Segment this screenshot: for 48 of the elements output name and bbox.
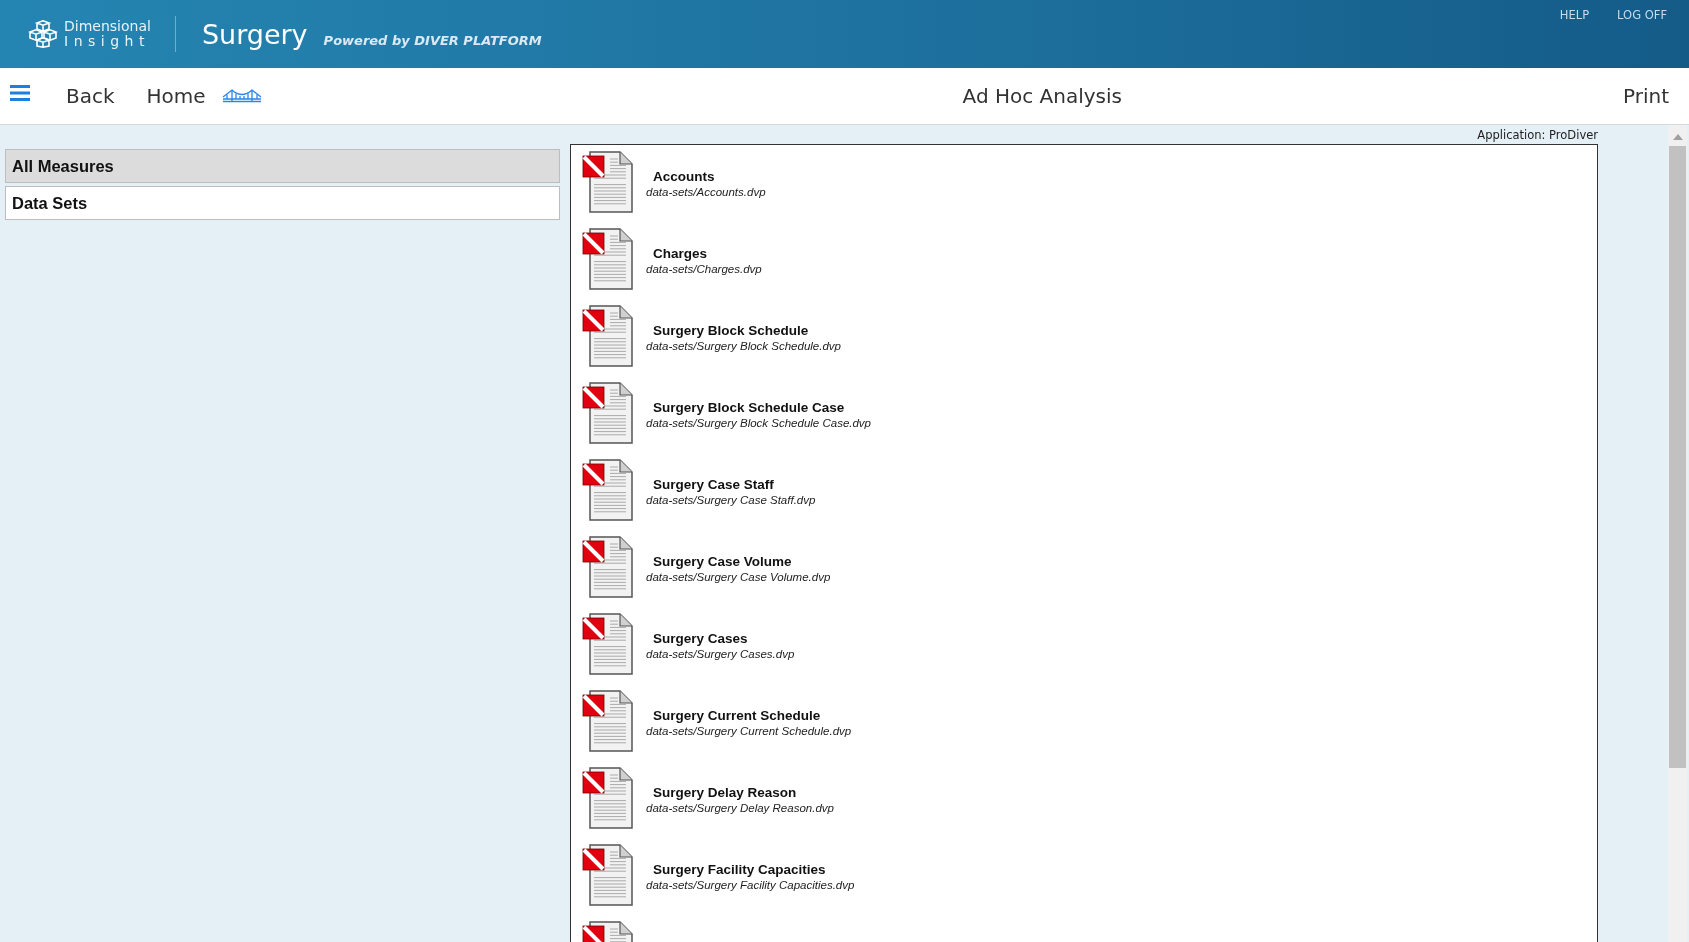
data-set-path: data-sets/Charges.dvp <box>646 263 762 275</box>
data-set-name[interactable]: Accounts <box>653 169 766 184</box>
bridge-icon[interactable] <box>221 88 262 104</box>
sidebar-item[interactable]: Data Sets <box>5 186 560 220</box>
menu-icon[interactable] <box>10 85 30 101</box>
page-title: Ad Hoc Analysis <box>962 84 1122 108</box>
document-icon[interactable] <box>582 382 634 445</box>
document-icon[interactable] <box>582 844 634 907</box>
header-link[interactable]: HELP <box>1559 8 1590 22</box>
document-icon[interactable] <box>582 228 634 291</box>
data-set-path: data-sets/Surgery Facility Capacities.dvp <box>646 879 855 891</box>
app-title: Surgery <box>201 18 308 50</box>
data-set-path: data-sets/Surgery Block Schedule Case.dvp <box>646 417 871 429</box>
data-set-name[interactable]: Surgery Current Schedule <box>653 708 852 723</box>
home-link[interactable]: Home <box>146 84 206 108</box>
data-set-name[interactable]: Surgery Case Volume <box>653 554 831 569</box>
logo-text: Dimensional <box>64 19 151 34</box>
data-set-name[interactable]: Surgery Delay Reason <box>653 785 834 800</box>
data-set-path: data-sets/Surgery Case Volume.dvp <box>646 571 831 583</box>
data-set-name[interactable]: Surgery Cases <box>653 631 795 646</box>
application-label: Application: ProDiver <box>1477 128 1598 142</box>
data-set-path: data-sets/Accounts.dvp <box>646 186 766 198</box>
back-link[interactable]: Back <box>66 84 115 108</box>
logo-text: Insight <box>64 34 151 49</box>
cubes-logo-icon <box>28 20 58 48</box>
document-icon[interactable] <box>582 690 634 753</box>
data-set-name[interactable]: Charges <box>653 246 762 261</box>
data-set-path: data-sets/Surgery Delay Reason.dvp <box>646 802 834 814</box>
data-set-name[interactable]: Surgery Facility Capacities <box>653 862 855 877</box>
print-link[interactable]: Print <box>1623 84 1669 108</box>
data-set-path: data-sets/Surgery Block Schedule.dvp <box>646 340 841 352</box>
document-icon[interactable] <box>582 151 634 214</box>
scrollbar[interactable] <box>1668 125 1687 942</box>
scroll-thumb[interactable] <box>1669 146 1686 768</box>
data-set-name[interactable]: Surgery Block Schedule Case <box>653 400 871 415</box>
document-icon[interactable] <box>582 767 634 830</box>
sidebar-item[interactable]: All Measures <box>5 149 560 183</box>
data-set-name[interactable]: Surgery Case Staff <box>653 477 816 492</box>
data-set-name[interactable]: Surgery Block Schedule <box>653 323 841 338</box>
header-link[interactable]: LOG OFF <box>1617 8 1667 22</box>
document-icon[interactable] <box>582 305 634 368</box>
document-icon[interactable] <box>582 613 634 676</box>
data-set-path: data-sets/Surgery Current Schedule.dvp <box>646 725 852 737</box>
tagline: Powered by DIVER PLATFORM <box>323 32 542 48</box>
document-icon[interactable] <box>582 536 634 599</box>
data-set-path: data-sets/Surgery Cases.dvp <box>646 648 795 660</box>
data-set-path: data-sets/Surgery Case Staff.dvp <box>646 494 816 506</box>
document-icon[interactable] <box>582 459 634 522</box>
